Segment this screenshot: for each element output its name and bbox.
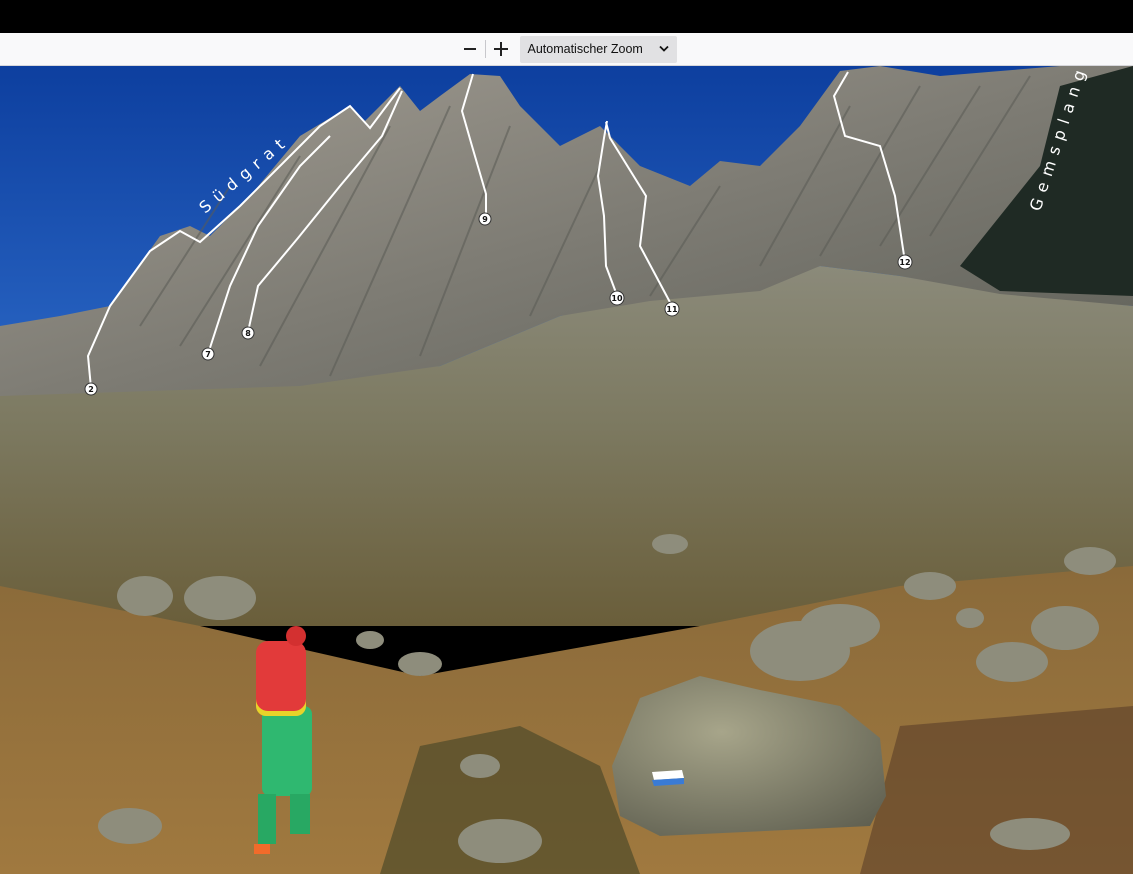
zoom-in-button[interactable] [488, 37, 514, 61]
toolbar-separator [484, 40, 486, 58]
plus-icon [493, 42, 508, 56]
zoom-select[interactable]: Automatischer Zoom [519, 35, 677, 63]
marker-12-label: 12 [899, 258, 910, 267]
marker-8-label: 8 [245, 329, 251, 338]
zoom-select-value: Automatischer Zoom [527, 42, 643, 56]
window-top-bar [0, 0, 1133, 33]
document-page-view[interactable]: 2 7 8 9 10 11 12 Südgrat Gemsplanggen [0, 66, 1133, 874]
pdf-toolbar: Automatischer Zoom [0, 33, 1133, 66]
marker-9-label: 9 [482, 215, 488, 224]
marker-2-label: 2 [88, 385, 94, 394]
marker-11-label: 11 [666, 305, 678, 314]
chevron-down-icon [658, 45, 669, 52]
zoom-out-button[interactable] [457, 37, 483, 61]
shrubs-right [860, 706, 1133, 874]
mountain-photo: 2 7 8 9 10 11 12 Südgrat Gemsplanggen [0, 66, 1133, 874]
minus-icon [463, 48, 476, 50]
marker-10-label: 10 [611, 294, 623, 303]
marker-7-label: 7 [205, 350, 211, 359]
